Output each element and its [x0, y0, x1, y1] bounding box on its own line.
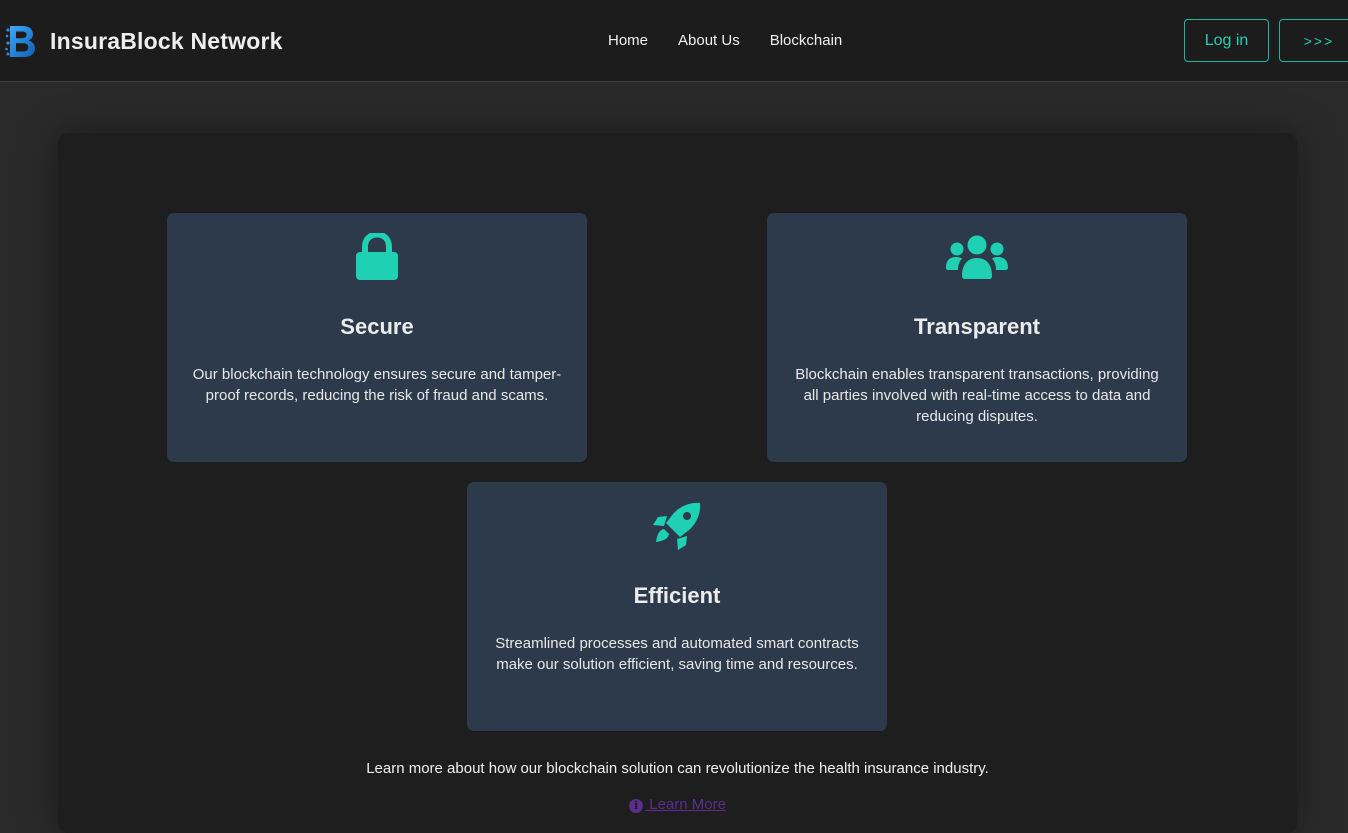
main-nav: Home About Us Blockchain [608, 32, 872, 49]
info-icon: i [629, 799, 644, 813]
more-button[interactable]: >>> [1279, 19, 1348, 62]
users-icon [767, 231, 1187, 283]
learn-more-link[interactable]: i Learn More [629, 796, 726, 813]
features-panel: Secure Our blockchain technology ensures… [58, 133, 1297, 833]
feature-title: Efficient [633, 583, 721, 608]
nav-about-link[interactable]: About Us [678, 32, 740, 49]
learn-more-label: Learn More [645, 796, 726, 813]
feature-title: Transparent [914, 314, 1040, 339]
feature-description: Streamlined processes and automated smar… [495, 635, 859, 673]
nav-blockchain-link[interactable]: Blockchain [770, 32, 843, 49]
feature-card-efficient: Efficient Streamlined processes and auto… [467, 482, 887, 731]
login-button[interactable]: Log in [1184, 19, 1269, 62]
brand[interactable]: InsuraBlock Network [4, 22, 283, 60]
nav-home-link[interactable]: Home [608, 32, 648, 49]
feature-title: Secure [340, 314, 414, 339]
learn-more-row: i Learn More [58, 796, 1297, 813]
feature-description: Blockchain enables transparent transacti… [795, 366, 1159, 425]
brand-name: InsuraBlock Network [50, 27, 283, 54]
lock-icon [167, 231, 587, 283]
learn-more-text: Learn more about how our blockchain solu… [366, 760, 989, 777]
brand-logo-icon [5, 26, 35, 57]
top-navbar: InsuraBlock Network Home About Us Blockc… [0, 0, 1348, 82]
feature-card-transparent: Transparent Blockchain enables transpare… [767, 213, 1187, 462]
feature-description: Our blockchain technology ensures secure… [192, 366, 562, 404]
feature-card-secure: Secure Our blockchain technology ensures… [167, 213, 587, 462]
rocket-icon [467, 500, 887, 552]
